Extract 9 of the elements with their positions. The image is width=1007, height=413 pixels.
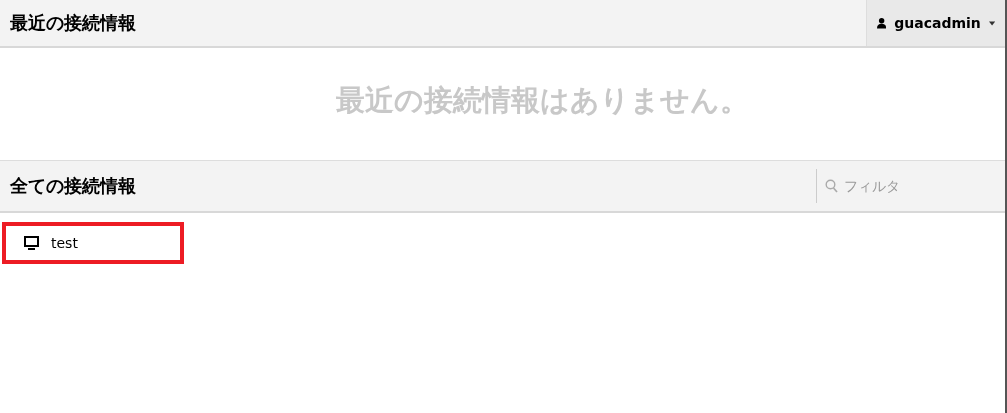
caret-icon bbox=[988, 20, 995, 26]
search-icon bbox=[825, 179, 838, 193]
monitor-icon bbox=[24, 236, 39, 250]
section-title: 全ての接続情報 bbox=[10, 175, 136, 198]
connection-item[interactable]: test bbox=[2, 222, 184, 264]
user-menu-button[interactable]: guacadmin bbox=[866, 0, 1005, 46]
section-title: 最近の接続情報 bbox=[10, 12, 136, 35]
user-icon bbox=[877, 16, 887, 30]
filter-field[interactable]: フィルタ bbox=[842, 177, 996, 195]
